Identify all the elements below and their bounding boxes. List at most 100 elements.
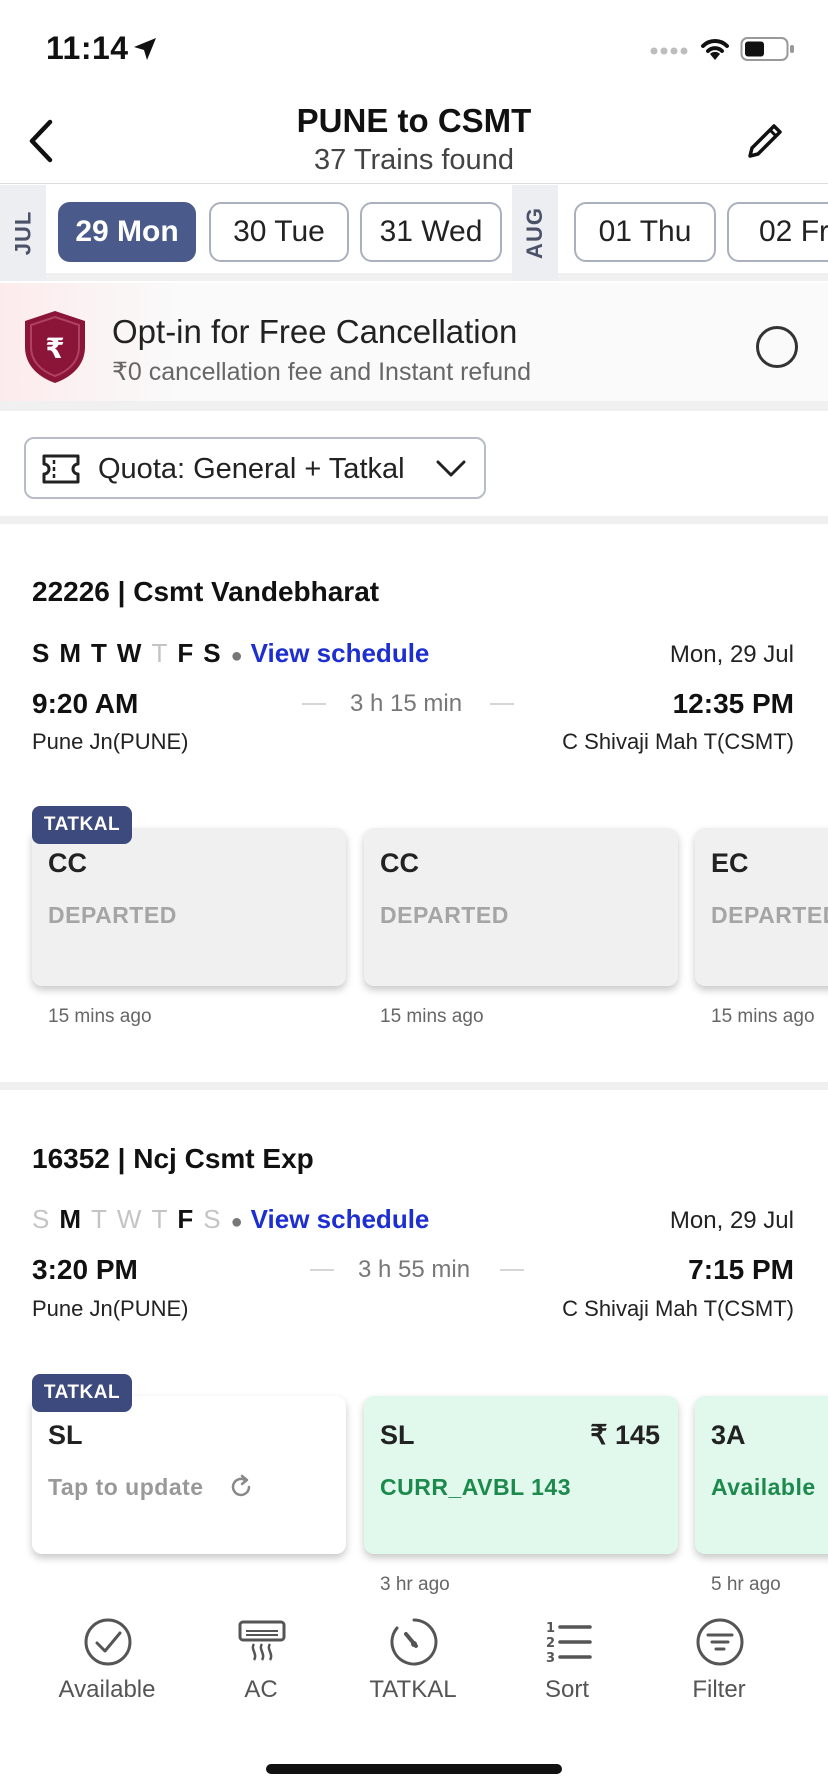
class-code: SL [380,1420,415,1450]
rupee-shield-icon: ₹ [25,311,85,383]
day-fri: F [177,638,194,668]
day-sun: S [32,638,50,668]
class-card-cc-1[interactable]: CC DEPARTED [32,828,346,986]
train-title[interactable]: 16352 | Ncj Csmt Exp [32,1143,314,1175]
page-title: PUNE to CSMT [296,102,532,139]
bottom-tab-bar: Available AC TATKAL 1 2 3 Sort Filter [0,1596,828,1792]
updated-ago: 15 mins ago [48,1006,152,1027]
battery-icon [740,37,794,61]
availability-status: DEPARTED [711,902,828,928]
svg-text:₹: ₹ [45,332,64,365]
separator-dot: ● [230,645,243,667]
quota-dropdown[interactable]: Quota: General + Tatkal [24,437,486,499]
day-mon: M [59,638,82,668]
availability-status: Available [711,1474,816,1500]
departure-time: 3:20 PM [32,1254,138,1285]
class-card-cc-2[interactable]: CC DEPARTED [364,828,678,986]
ac-icon [238,1620,286,1661]
date-pill-29-mon[interactable]: 29 Mon [58,202,196,262]
class-card-sl-tap[interactable]: SL Tap to update [32,1396,346,1554]
tatkal-badge: TATKAL [32,1374,132,1412]
from-station: Pune Jn(PUNE) [32,729,189,754]
running-days: S M T W T F S ● View schedule [32,1204,429,1235]
tatkal-badge: TATKAL [32,806,132,844]
duration: 3 h 15 min [350,690,463,717]
free-cancellation-banner[interactable]: ₹ Opt-in for Free Cancellation ₹0 cancel… [0,283,828,411]
duration-line-right [490,703,514,705]
edit-pencil-icon[interactable] [746,120,786,160]
date-pill-30-tue[interactable]: 30 Tue [209,202,349,262]
view-schedule-link[interactable]: View schedule [251,1204,430,1234]
duration-line-right [500,1269,524,1271]
availability-status: CURR_AVBL 143 [380,1474,571,1500]
arrival-time: 7:15 PM [688,1254,794,1285]
ticket-icon [42,454,80,484]
day-wed: W [116,638,142,668]
check-circle-icon [84,1618,132,1666]
class-card-ec[interactable]: EC DEPARTED [695,828,828,986]
train-title[interactable]: 22226 | Csmt Vandebharat [32,576,379,608]
day-sat: S [203,638,221,668]
quota-label: Quota: General + Tatkal [98,453,405,485]
class-code: EC [711,848,749,878]
travel-date: Mon, 29 Jul [669,641,794,668]
date-pill-01-thu[interactable]: 01 Thu [574,202,716,262]
day-fri: F [177,1204,194,1234]
tap-to-update[interactable]: Tap to update [48,1474,204,1501]
class-card-3a[interactable]: 3A Available [695,1396,828,1554]
date-pill-02-fri[interactable]: 02 Fri [727,202,828,262]
departure-time: 9:20 AM [32,688,139,719]
class-code: 3A [711,1420,746,1450]
month-label-aug: AUG [512,185,558,281]
home-indicator [266,1764,562,1774]
svg-text:1: 1 [546,1621,555,1636]
trains-found-count: 37 Trains found [314,144,514,176]
from-station: Pune Jn(PUNE) [32,1296,189,1321]
fare: ₹ 145 [590,1420,660,1450]
class-code: CC [48,848,87,878]
wifi-icon [701,39,729,60]
signal-dots-icon [650,47,688,55]
svg-text:2: 2 [546,1636,555,1651]
cancellation-radio[interactable] [756,326,798,368]
chevron-down-icon [436,460,466,477]
duration-line-left [302,703,326,705]
updated-ago: 15 mins ago [711,1006,815,1027]
divider [0,516,828,524]
day-sat: S [203,1204,221,1234]
timer-icon [390,1618,438,1666]
header: PUNE to CSMT 37 Trains found [0,100,828,184]
app-root: 11:14 PUNE to CSMT 37 Trains found JUL 2… [0,0,828,1792]
duration-line-left [310,1269,334,1271]
status-bar: 11:14 [0,0,828,100]
divider [0,1082,828,1090]
updated-ago: 5 hr ago [711,1574,781,1595]
day-thu: T [151,1204,168,1234]
duration: 3 h 55 min [358,1256,471,1283]
view-schedule-link[interactable]: View schedule [251,638,430,668]
day-tue: T [91,1204,107,1234]
day-thu: T [151,638,168,668]
day-sun: S [32,1204,50,1234]
month-label-jul: JUL [0,185,46,281]
sort-list-icon: 1 2 3 [546,1621,592,1666]
date-selector: JUL 29 Mon 30 Tue 31 Wed AUG 01 Thu 02 F… [0,185,828,281]
filter-icon [696,1618,744,1666]
arrival-time: 12:35 PM [672,688,794,719]
to-station: C Shivaji Mah T(CSMT) [562,1296,794,1321]
day-mon: M [59,1204,82,1234]
updated-ago: 15 mins ago [380,1006,484,1027]
day-wed: W [116,1204,142,1234]
refresh-icon[interactable] [228,1474,254,1500]
class-code: SL [48,1420,83,1450]
class-card-sl-available[interactable]: SL ₹ 145 CURR_AVBL 143 [364,1396,678,1554]
availability-status: DEPARTED [48,902,177,928]
updated-ago: 3 hr ago [380,1574,450,1595]
svg-text:3: 3 [546,1651,555,1666]
running-days: S M T W T F S ● View schedule [32,638,429,669]
date-pill-31-wed[interactable]: 31 Wed [360,202,502,262]
separator-dot: ● [230,1211,243,1233]
location-arrow-icon [134,38,156,60]
status-time: 11:14 [46,30,129,66]
availability-status: DEPARTED [380,902,509,928]
